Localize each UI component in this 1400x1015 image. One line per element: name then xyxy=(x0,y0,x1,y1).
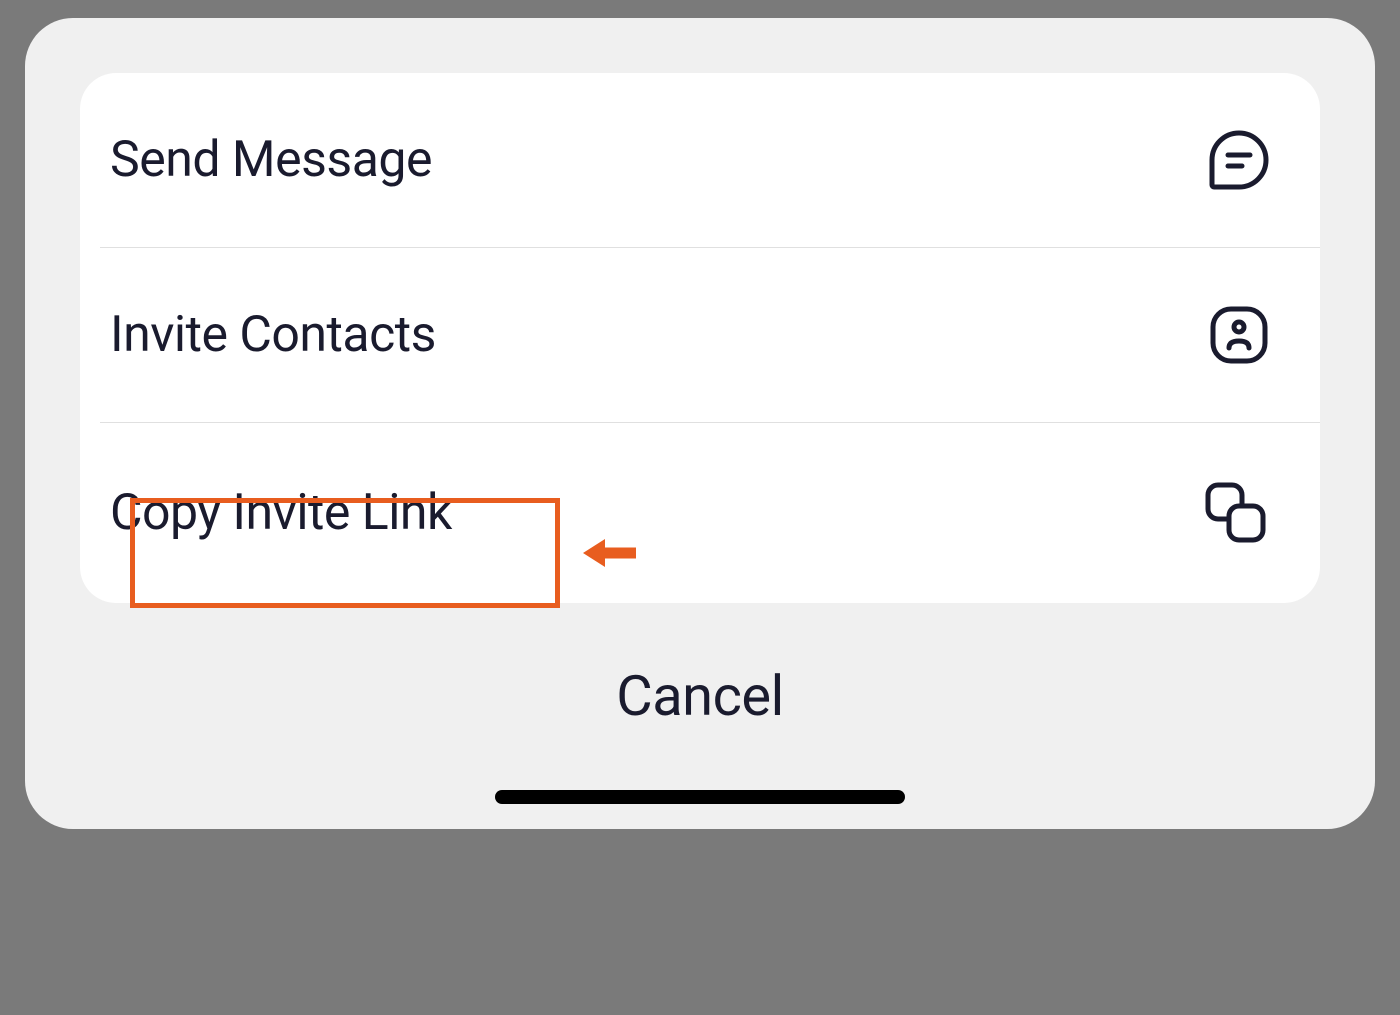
cancel-label: Cancel xyxy=(616,663,783,729)
send-message-row[interactable]: Send Message xyxy=(80,73,1320,247)
contact-icon xyxy=(1208,304,1270,366)
invite-contacts-row[interactable]: Invite Contacts xyxy=(80,248,1320,422)
action-sheet: Send Message Invite Contacts xyxy=(25,18,1375,829)
message-icon xyxy=(1208,129,1270,191)
send-message-label: Send Message xyxy=(110,131,432,189)
home-indicator[interactable] xyxy=(495,790,905,804)
copy-icon xyxy=(1202,479,1270,547)
option-list: Send Message Invite Contacts xyxy=(80,73,1320,603)
copy-invite-link-row[interactable]: Copy Invite Link xyxy=(80,423,1320,603)
invite-contacts-label: Invite Contacts xyxy=(110,306,436,364)
copy-invite-link-label: Copy Invite Link xyxy=(110,484,452,542)
